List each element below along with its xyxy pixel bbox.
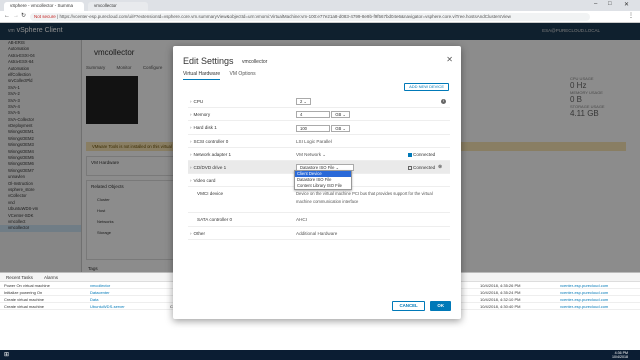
option-content-library-iso[interactable]: Content Library ISO File bbox=[295, 183, 351, 189]
network-adapter-label: Network adapter 1 bbox=[193, 151, 232, 157]
memory-label: Memory bbox=[193, 112, 211, 118]
video-card-label: Video card bbox=[193, 178, 216, 184]
forward-icon[interactable]: → bbox=[13, 13, 19, 19]
expand-caret-icon[interactable]: › bbox=[190, 152, 192, 157]
task-target[interactable]: Data bbox=[90, 296, 98, 303]
tab-alarms[interactable]: Alarms bbox=[44, 275, 58, 280]
windows-start-icon[interactable]: ⊞ bbox=[4, 351, 9, 358]
task-name: Create virtual machine bbox=[4, 304, 45, 309]
task-server[interactable]: vcenter-esp.purecloud.com bbox=[560, 282, 608, 289]
hw-row-other: › Other Additional Hardware bbox=[188, 227, 450, 240]
network-connected-label: Connected bbox=[413, 151, 436, 157]
close-icon[interactable]: ✕ bbox=[446, 55, 453, 64]
task-time: 10/4/2018, 4:30:40 PM bbox=[480, 304, 521, 309]
hard-disk-size-input[interactable]: 100 bbox=[296, 124, 330, 132]
task-time: 10/4/2018, 4:35:26 PM bbox=[480, 283, 521, 288]
hw-row-network: › Network adapter 1 VM Network ⌄ Connecte… bbox=[188, 148, 450, 161]
hw-row-hard-disk: › Hard disk 1 100 GB ⌄ bbox=[188, 121, 450, 135]
task-server[interactable]: vcenter-esp.purecloud.com bbox=[560, 296, 608, 303]
scsi-label: SCSI controller 0 bbox=[193, 138, 229, 144]
not-secure-label: Not secure bbox=[34, 14, 56, 19]
task-target[interactable]: vmcollector bbox=[90, 282, 110, 289]
dialog-tabs: Virtual Hardware VM Options bbox=[183, 71, 264, 80]
sata-label: SATA controller 0 bbox=[197, 217, 233, 223]
info-icon[interactable]: i bbox=[441, 99, 446, 104]
task-time: 10/4/2018, 4:32:10 PM bbox=[480, 297, 521, 302]
hw-row-vmci: VMCI device Device on the virtual machin… bbox=[188, 187, 450, 214]
browser-tab-vmcollector[interactable]: vmcollector bbox=[88, 2, 148, 11]
cd-connected-checkbox[interactable] bbox=[408, 165, 412, 170]
address-bar: ← → ↻ Not secure | https://vcenter-esp.p… bbox=[0, 11, 640, 23]
cd-dvd-source-dropdown: Client Device Datastore ISO File Content… bbox=[294, 170, 352, 190]
reload-icon[interactable]: ↻ bbox=[21, 12, 26, 19]
sata-value: AHCI bbox=[296, 217, 307, 223]
tab-recent-tasks[interactable]: Recent Tasks bbox=[6, 275, 33, 280]
vmci-description: Device on the virtual machine PCI bus th… bbox=[296, 191, 433, 205]
cpu-label: CPU bbox=[193, 99, 204, 104]
close-window-icon[interactable]: ✕ bbox=[624, 1, 629, 8]
remove-device-icon[interactable]: ⊗ bbox=[438, 161, 442, 174]
other-label: Other bbox=[193, 230, 206, 236]
back-icon[interactable]: ← bbox=[4, 13, 10, 19]
hw-row-sata: SATA controller 0 AHCI bbox=[188, 213, 450, 227]
task-server[interactable]: vcenter-esp.purecloud.com bbox=[560, 289, 608, 296]
hw-row-memory: › Memory 4 GB ⌄ bbox=[188, 108, 450, 122]
hw-row-scsi: › SCSI controller 0 LSI Logic Parallel bbox=[188, 135, 450, 148]
task-name: Initialize powering On bbox=[4, 290, 43, 295]
cd-dvd-label: CD/DVD drive 1 bbox=[193, 164, 227, 170]
expand-caret-icon[interactable]: › bbox=[190, 178, 192, 183]
task-time: 10/4/2018, 4:35:24 PM bbox=[480, 290, 521, 295]
clock-date: 10/4/2018 bbox=[612, 355, 628, 359]
ok-button[interactable]: OK bbox=[430, 301, 451, 311]
add-new-device-button[interactable]: ADD NEW DEVICE bbox=[404, 83, 449, 91]
browser-tab-vsphere[interactable]: vSphere - vmcollector - Summa bbox=[4, 2, 84, 11]
url-text: https://vcenter-esp.purecloud.com/ui/#?e… bbox=[59, 14, 511, 19]
url-field[interactable]: Not secure | https://vcenter-esp.pureclo… bbox=[30, 13, 590, 21]
tab-virtual-hardware[interactable]: Virtual Hardware bbox=[183, 71, 221, 80]
memory-input[interactable]: 4 bbox=[296, 111, 330, 119]
dialog-title: Edit Settings bbox=[183, 56, 234, 66]
minimize-icon[interactable]: – bbox=[594, 1, 597, 7]
memory-unit-select[interactable]: GB ⌄ bbox=[331, 111, 351, 119]
expand-caret-icon[interactable]: › bbox=[190, 99, 192, 104]
hard-disk-label: Hard disk 1 bbox=[193, 125, 217, 131]
hardware-list: › CPU 2 ⌄ i › Memory 4 GB ⌄ › Hard disk 1 1… bbox=[188, 95, 450, 240]
task-target[interactable]: UbuntuWDS-server bbox=[90, 303, 125, 310]
hard-disk-unit-select[interactable]: GB ⌄ bbox=[331, 124, 351, 132]
task-server[interactable]: vcenter-esp.purecloud.com bbox=[560, 303, 608, 310]
expand-caret-icon[interactable]: › bbox=[190, 139, 192, 144]
cancel-button[interactable]: CANCEL bbox=[392, 301, 425, 311]
maximize-icon[interactable]: □ bbox=[608, 1, 612, 7]
expand-caret-icon[interactable]: › bbox=[190, 165, 192, 170]
task-target[interactable]: Datacenter bbox=[90, 289, 110, 296]
task-name: Create virtual machine bbox=[4, 297, 45, 302]
network-connected-checkbox[interactable] bbox=[408, 152, 412, 157]
scsi-value: LSI Logic Parallel bbox=[296, 138, 332, 144]
other-value: Additional Hardware bbox=[296, 230, 338, 236]
browser-tab-strip: vSphere - vmcollector - Summa vmcollecto… bbox=[0, 0, 640, 11]
expand-caret-icon[interactable]: › bbox=[190, 231, 192, 236]
cd-connected-label: Connected bbox=[413, 164, 436, 170]
windows-taskbar: ⊞ 4:36 PM 10/4/2018 bbox=[0, 350, 640, 360]
task-name: Power On virtual machine bbox=[4, 283, 50, 288]
clock: 4:36 PM 10/4/2018 bbox=[612, 351, 628, 359]
menu-icon[interactable]: ⋮ bbox=[628, 12, 634, 19]
network-select[interactable]: VM Network ⌄ bbox=[296, 148, 326, 161]
expand-caret-icon[interactable]: › bbox=[190, 125, 192, 130]
dialog-vm-name: vmcollector bbox=[242, 59, 268, 65]
tab-vm-options[interactable]: VM Options bbox=[230, 71, 256, 79]
dialog-footer: CANCEL OK bbox=[388, 301, 451, 311]
hw-row-cpu: › CPU 2 ⌄ i bbox=[188, 95, 450, 109]
vmci-label: VMCI device bbox=[197, 191, 224, 197]
cpu-select[interactable]: 2 ⌄ bbox=[296, 98, 312, 106]
expand-caret-icon[interactable]: › bbox=[190, 112, 192, 117]
